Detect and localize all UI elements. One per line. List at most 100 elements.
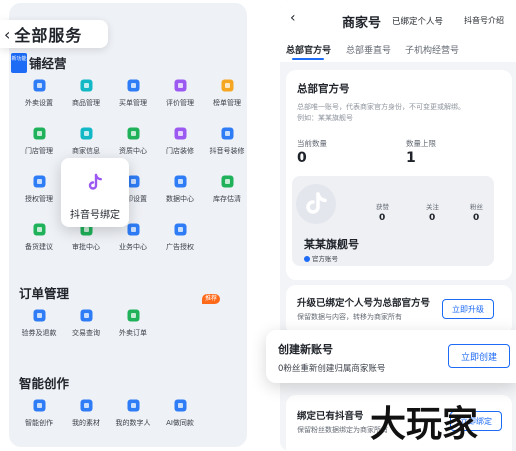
service-item[interactable]: 库存估清 — [204, 174, 247, 204]
takeout-order-icon — [127, 309, 139, 322]
goods-icon — [80, 79, 92, 92]
service-item[interactable]: 外卖设置 — [16, 78, 62, 108]
service-item[interactable]: 资质中心 — [110, 126, 156, 156]
tab-hq-vertical[interactable]: 总部垂直号 — [346, 43, 391, 56]
store-icon — [33, 127, 45, 140]
official-tag: 官方账号 — [304, 253, 338, 263]
service-item[interactable]: 数据中心 — [157, 174, 203, 204]
service-item[interactable]: 验券及退款 — [16, 308, 62, 338]
follow-label: 关注 — [426, 203, 439, 211]
all-services-title: 全部服务 — [14, 26, 83, 45]
section-title-smart-creation: 智能创作 — [19, 376, 70, 391]
review-icon — [174, 79, 186, 92]
service-item[interactable]: 广告授权 — [157, 222, 203, 252]
recommend-badge: 推荐 — [202, 294, 220, 304]
business-icon — [127, 223, 139, 236]
upgrade-title: 升级已绑定个人号为总部官方号 — [297, 298, 431, 309]
service-item[interactable]: 备货建议 — [16, 222, 62, 252]
service-item-label: 授权管理 — [25, 195, 53, 203]
bound-personal-link[interactable]: 已绑定个人号 — [392, 15, 443, 27]
service-item[interactable]: 门店管理 — [16, 126, 62, 156]
watermark: 大玩家 — [370, 404, 479, 445]
ai-same-icon — [174, 399, 186, 412]
chart-icon — [174, 175, 186, 188]
service-item[interactable]: 买单管理 — [110, 78, 156, 108]
create-account-card: 创建新账号 0粉丝重新创建归属商家账号 立即创建 — [266, 330, 516, 383]
account-type-tabs: 总部官方号 总部垂直号 子机构经营号 — [280, 40, 516, 62]
scan-icon — [33, 309, 45, 322]
service-item-label: 外卖订单 — [119, 329, 147, 337]
service-item[interactable]: 智能创作 — [16, 398, 62, 428]
tab-hq-official[interactable]: 总部官方号 — [286, 43, 331, 56]
service-item[interactable]: 我的素材 — [63, 398, 109, 428]
service-item-label: 库存估清 — [213, 195, 241, 203]
fans-label: 粉丝 — [470, 203, 483, 211]
back-chevron-icon[interactable]: ‹ — [290, 10, 296, 26]
likes-label: 获赞 — [376, 203, 389, 211]
upgrade-card: 升级已绑定个人号为总部官方号 保留数据与内容，转移为商家所有 立即升级 — [286, 285, 512, 335]
likes-value: 0 — [379, 213, 386, 223]
service-item-label: 审批中心 — [72, 243, 100, 251]
service-item[interactable]: 商品管理 — [63, 78, 109, 108]
douyin-decor-icon — [221, 127, 233, 140]
service-item[interactable]: 授权管理 — [16, 174, 62, 204]
bill-icon — [127, 79, 139, 92]
screen: 新功能 铺经营 订单管理 智能创作 外卖设置 商品管理 买单管理 评价管理 榜单管理 门店… — [0, 0, 516, 451]
douyin-bind-popup-tile[interactable]: 抖音号绑定 — [61, 158, 129, 227]
douyin-intro-link[interactable]: 抖音号介绍 — [464, 15, 504, 26]
create-now-button[interactable]: 立即创建 — [448, 344, 510, 368]
section-title-store-operation: 铺经营 — [29, 56, 67, 71]
layers-icon — [80, 399, 92, 412]
stock-icon — [33, 223, 45, 236]
service-item-label: 资质中心 — [119, 147, 147, 155]
service-item[interactable]: 榜单管理 — [204, 78, 247, 108]
service-item[interactable]: 抖音号装修 — [204, 126, 247, 156]
limit-value: 1 — [406, 150, 416, 166]
digital-human-icon — [127, 399, 139, 412]
upgrade-button[interactable]: 立即升级 — [442, 299, 494, 319]
ad-icon — [174, 223, 186, 236]
service-item-label: 抖音号装修 — [209, 147, 245, 155]
follow-value: 0 — [429, 213, 436, 223]
card-title: 总部官方号 — [297, 83, 350, 95]
service-item-label: 评价管理 — [166, 99, 194, 107]
upgrade-desc: 保留数据与内容，转移为商家所有 — [297, 313, 402, 321]
service-item[interactable]: AI做同款 — [157, 398, 203, 428]
limit-label: 数量上限 — [406, 139, 436, 148]
popup-tile-label: 抖音号绑定 — [70, 210, 120, 221]
service-item-label: 数据中心 — [166, 195, 194, 203]
service-item-label: 我的素材 — [72, 419, 100, 427]
service-item-label: 商家信息 — [72, 147, 100, 155]
service-item-label: 智能创作 — [25, 419, 53, 427]
card-desc-line1: 总部唯一账号，代表商家官方身份，不可变更或解绑。 — [297, 103, 465, 111]
service-item-label: 商品管理 — [72, 99, 100, 107]
service-item[interactable]: 外卖订单 — [110, 308, 156, 338]
service-item-label: 买单管理 — [119, 99, 147, 107]
service-item[interactable]: 商家信息 — [63, 126, 109, 156]
section-title-order-management: 订单管理 — [19, 286, 70, 301]
active-tab-indicator — [292, 58, 324, 60]
service-item[interactable]: 门店装修 — [157, 126, 203, 156]
douyin-avatar-icon — [306, 192, 327, 214]
qualification-icon — [127, 127, 139, 140]
card-desc-line2: 例如：某某旗舰号 — [297, 114, 353, 122]
create-title: 创建新账号 — [278, 343, 333, 356]
service-item-label: 验券及退款 — [21, 329, 57, 337]
tab-sub-org[interactable]: 子机构经营号 — [405, 43, 459, 56]
back-to-all-services[interactable]: ‹ 全部服务 — [0, 20, 108, 48]
official-tag-text: 官方账号 — [312, 255, 338, 263]
page-title: 商家号 — [342, 16, 382, 31]
all-services-panel: 新功能 铺经营 订单管理 智能创作 外卖设置 商品管理 买单管理 评价管理 榜单管理 门店… — [9, 3, 247, 447]
service-item[interactable]: 评价管理 — [157, 78, 203, 108]
ai-create-icon — [33, 399, 45, 412]
store-preview: 获赞 0 关注 0 粉丝 0 某某旗舰号 官方账号 — [292, 176, 494, 266]
create-desc: 0粉丝重新创建归属商家账号 — [278, 364, 386, 374]
card-description: 总部唯一账号，代表商家官方身份，不可变更或解绑。 例如：某某旗舰号 — [297, 102, 507, 124]
chevron-left-icon: ‹ — [4, 24, 11, 44]
service-item-label: AI做同款 — [166, 419, 194, 427]
service-item[interactable]: 我的数字人 — [110, 398, 156, 428]
service-item[interactable]: 交易查询 — [63, 308, 109, 338]
inventory-icon — [221, 175, 233, 188]
service-item-label: 我的数字人 — [115, 419, 151, 427]
top-nav: ‹ 商家号 已绑定个人号 抖音号介绍 — [280, 0, 516, 40]
